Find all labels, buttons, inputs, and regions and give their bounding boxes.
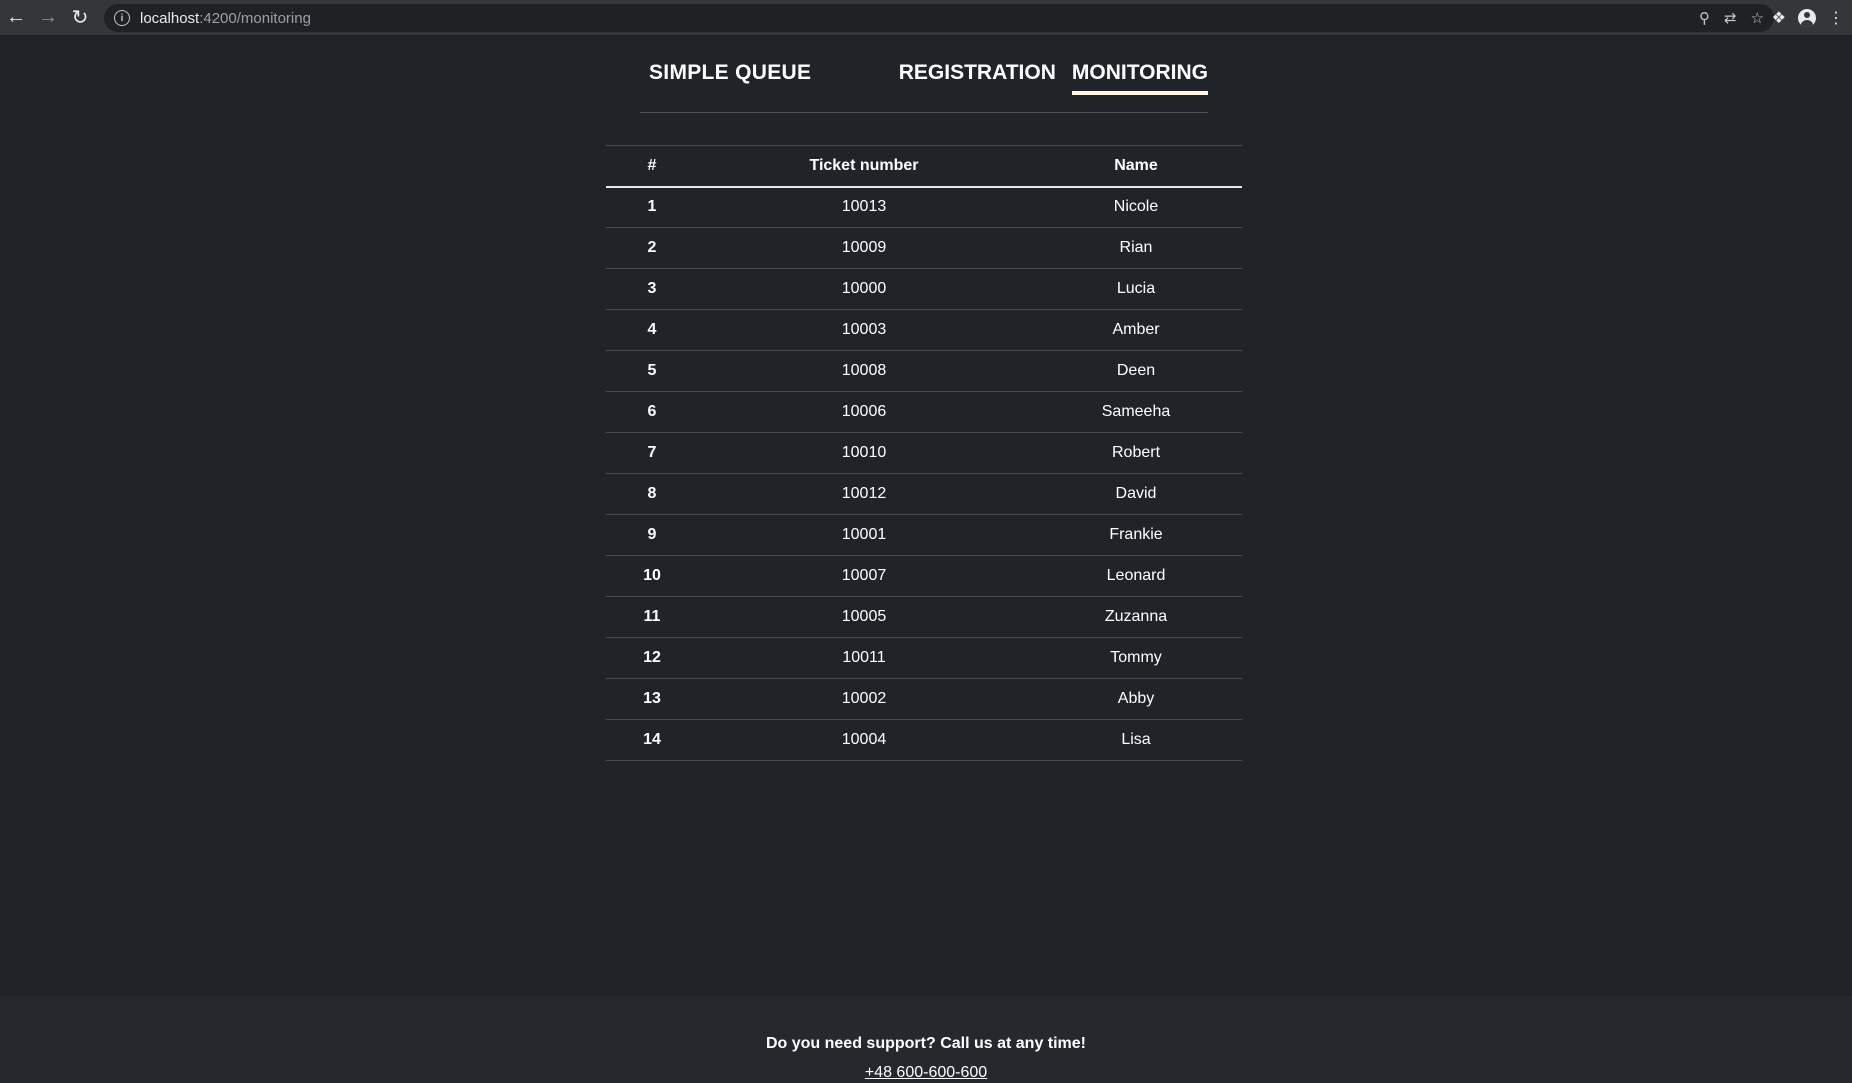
page: SIMPLE QUEUE REGISTRATION MONITORING # T…	[0, 37, 1852, 1083]
menu-kebab-icon[interactable]: ⋮	[1828, 8, 1844, 28]
table-row: 4 10003 Amber	[606, 309, 1242, 351]
cell-rank: 12	[606, 637, 698, 679]
cell-rank: 6	[606, 391, 698, 433]
cell-rank: 10	[606, 555, 698, 597]
cell-ticket-number: 10001	[698, 514, 1030, 556]
table-row: 10 10007 Leonard	[606, 555, 1242, 597]
column-header-rank: #	[606, 145, 698, 188]
table-row: 6 10006 Sameeha	[606, 391, 1242, 433]
table-row: 5 10008 Deen	[606, 350, 1242, 392]
table-body: 1 10013 Nicole 2 10009 Rian 3 10000 Lucia 4 10003 A…	[606, 186, 1242, 761]
nav-monitoring[interactable]: MONITORING	[1071, 61, 1208, 95]
translate-icon[interactable]: ⇄	[1724, 9, 1737, 27]
cell-customer-name: Lisa	[1030, 719, 1242, 761]
url-path: :4200/monitoring	[199, 9, 311, 27]
cell-rank: 9	[606, 514, 698, 556]
extensions-icon[interactable]: ❖	[1772, 8, 1786, 28]
cell-ticket-number: 10006	[698, 391, 1030, 433]
reload-icon[interactable]: ↻	[64, 0, 96, 36]
cell-customer-name: Frankie	[1030, 514, 1242, 556]
table-row: 9 10001 Frankie	[606, 514, 1242, 556]
cell-ticket-number: 10000	[698, 268, 1030, 310]
cell-customer-name: Deen	[1030, 350, 1242, 392]
cell-customer-name: Lucia	[1030, 268, 1242, 310]
support-text: Do you need support? Call us at any time…	[765, 1035, 1087, 1052]
cell-ticket-number: 10011	[698, 637, 1030, 679]
cell-rank: 13	[606, 678, 698, 720]
app-header: SIMPLE QUEUE REGISTRATION MONITORING	[640, 37, 1208, 113]
forward-arrow-icon[interactable]: →	[32, 0, 64, 36]
cell-ticket-number: 10013	[698, 186, 1030, 228]
cell-customer-name: Sameeha	[1030, 391, 1242, 433]
star-icon[interactable]: ☆	[1751, 9, 1764, 27]
table-row: 12 10011 Tommy	[606, 637, 1242, 679]
cell-ticket-number: 10003	[698, 309, 1030, 351]
address-bar[interactable]: i localhost:4200/monitoring ⚲ ⇄ ☆	[104, 4, 1774, 32]
profile-avatar-icon[interactable]	[1798, 9, 1816, 27]
cell-customer-name: David	[1030, 473, 1242, 515]
table-row: 14 10004 Lisa	[606, 719, 1242, 761]
browser-toolbar: ← → ↻ i localhost:4200/monitoring ⚲ ⇄ ☆ …	[0, 0, 1852, 36]
cell-ticket-number: 10010	[698, 432, 1030, 474]
cell-rank: 1	[606, 186, 698, 228]
nav-registration[interactable]: REGISTRATION	[899, 61, 1056, 95]
info-icon[interactable]: i	[114, 10, 130, 26]
cell-rank: 14	[606, 719, 698, 761]
cell-customer-name: Abby	[1030, 678, 1242, 720]
cell-ticket-number: 10004	[698, 719, 1030, 761]
table-row: 8 10012 David	[606, 473, 1242, 515]
table-row: 3 10000 Lucia	[606, 268, 1242, 310]
back-arrow-icon[interactable]: ←	[0, 0, 32, 36]
cell-customer-name: Amber	[1030, 309, 1242, 351]
cell-ticket-number: 10005	[698, 596, 1030, 638]
cell-rank: 11	[606, 596, 698, 638]
table-row: 2 10009 Rian	[606, 227, 1242, 269]
brand-title[interactable]: SIMPLE QUEUE	[649, 61, 811, 85]
column-header-ticket: Ticket number	[698, 145, 1030, 188]
column-header-name: Name	[1030, 145, 1242, 188]
cell-rank: 7	[606, 432, 698, 474]
support-phone-link[interactable]: +48 600-600-600	[0, 1064, 1852, 1082]
cell-rank: 3	[606, 268, 698, 310]
queue-table: # Ticket number Name 1 10013 Nicole 2 10009 R…	[606, 145, 1242, 761]
cell-rank: 4	[606, 309, 698, 351]
cell-customer-name: Tommy	[1030, 637, 1242, 679]
cell-ticket-number: 10012	[698, 473, 1030, 515]
footer: Do you need support? Call us at any time…	[0, 996, 1852, 1083]
table-row: 11 10005 Zuzanna	[606, 596, 1242, 638]
cell-customer-name: Leonard	[1030, 555, 1242, 597]
cell-ticket-number: 10008	[698, 350, 1030, 392]
cell-rank: 5	[606, 350, 698, 392]
table-row: 7 10010 Robert	[606, 432, 1242, 474]
table-row: 1 10013 Nicole	[606, 186, 1242, 228]
cell-rank: 2	[606, 227, 698, 269]
table-header-row: # Ticket number Name	[606, 145, 1242, 188]
cell-rank: 8	[606, 473, 698, 515]
cell-ticket-number: 10009	[698, 227, 1030, 269]
cell-customer-name: Robert	[1030, 432, 1242, 474]
cell-ticket-number: 10007	[698, 555, 1030, 597]
table-row: 13 10002 Abby	[606, 678, 1242, 720]
cell-customer-name: Zuzanna	[1030, 596, 1242, 638]
main-nav: REGISTRATION MONITORING	[899, 61, 1208, 95]
cell-ticket-number: 10002	[698, 678, 1030, 720]
url-host: localhost	[140, 9, 200, 27]
key-icon[interactable]: ⚲	[1699, 9, 1710, 27]
cell-customer-name: Rian	[1030, 227, 1242, 269]
cell-customer-name: Nicole	[1030, 186, 1242, 228]
